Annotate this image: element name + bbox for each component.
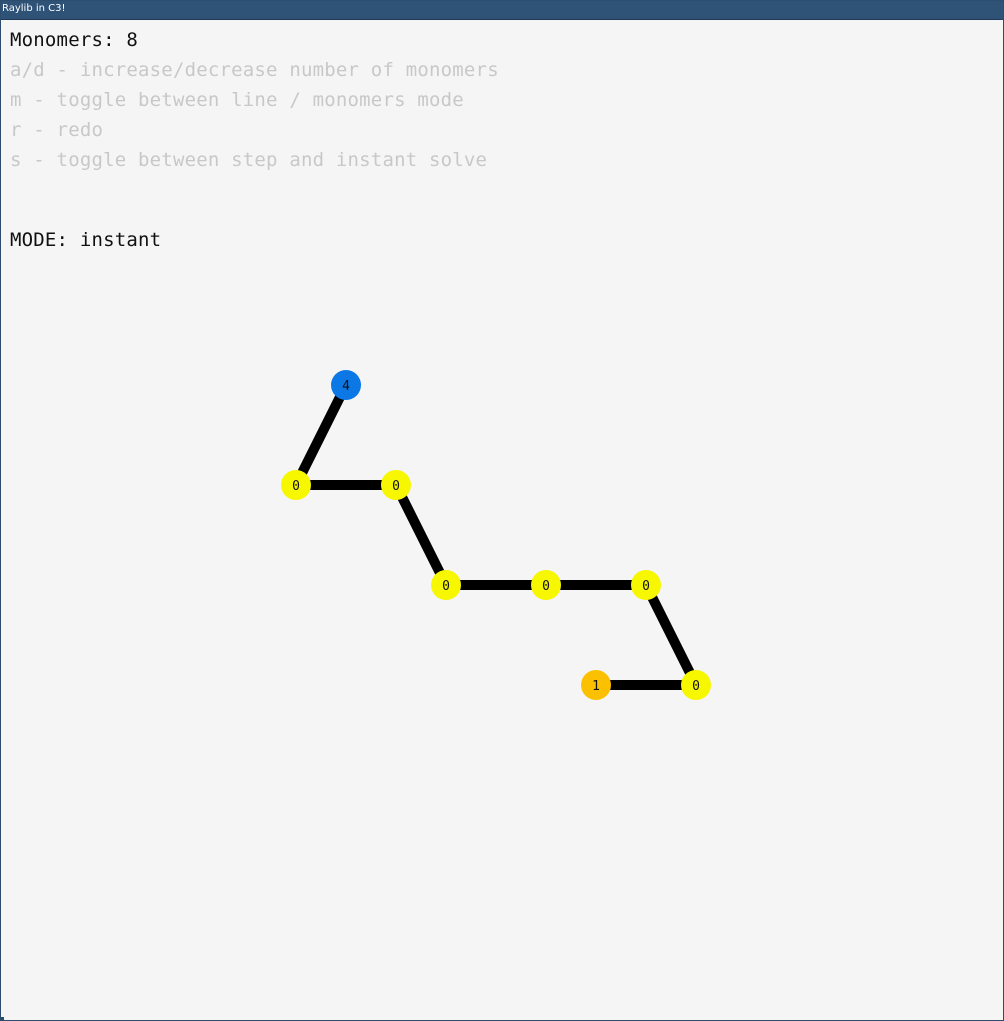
render-canvas[interactable]: Monomers: 8 a/d - increase/decrease numb… <box>1 20 1003 1020</box>
monomer-chain-diagram: 1 0 0 0 0 0 0 4 <box>281 370 711 700</box>
app-window: Raylib in C3! Monomers: 8 a/d - increase… <box>0 0 1004 1021</box>
bond-line <box>641 582 701 688</box>
monomer-label: 1 <box>592 679 600 694</box>
bond-line <box>391 482 451 588</box>
window-corner-mark <box>1 1017 4 1020</box>
monomer-label: 0 <box>642 579 650 594</box>
bond-line <box>291 382 351 488</box>
monomer-layer: 1 0 0 0 0 0 0 4 <box>281 370 711 700</box>
monomer-label: 0 <box>692 679 700 694</box>
window-title: Raylib in C3! <box>2 3 66 14</box>
monomer-label: 0 <box>392 479 400 494</box>
monomer-label: 0 <box>292 479 300 494</box>
title-bar[interactable]: Raylib in C3! <box>1 1 1003 20</box>
monomer-label: 4 <box>342 379 350 394</box>
monomer-label: 0 <box>442 579 450 594</box>
monomer-label: 0 <box>542 579 550 594</box>
bond-layer <box>291 382 701 690</box>
